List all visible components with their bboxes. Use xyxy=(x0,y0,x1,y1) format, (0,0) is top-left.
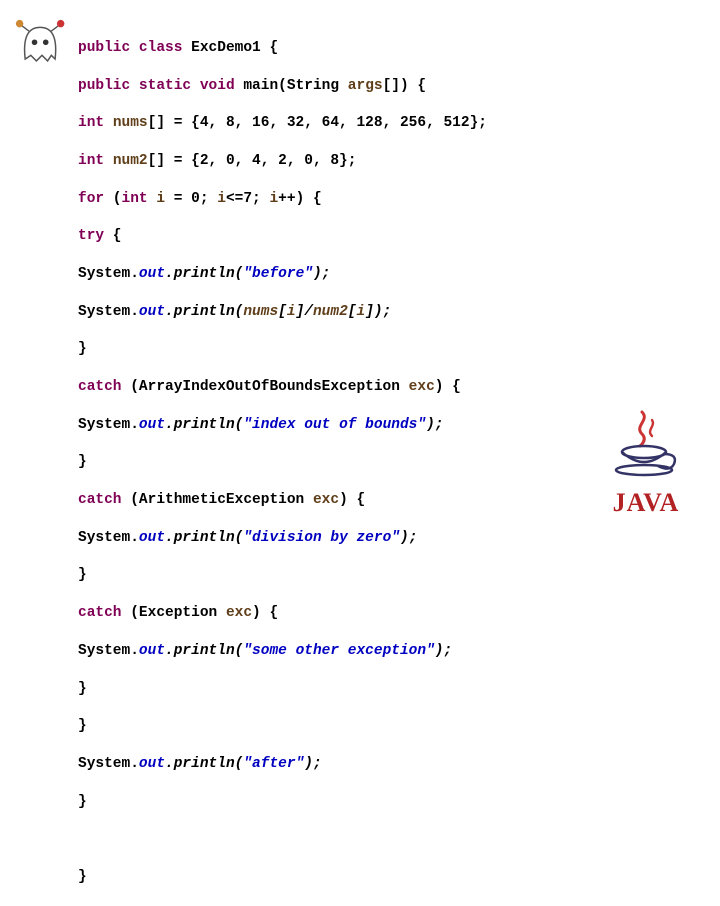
code-line: } xyxy=(78,717,487,736)
code-line: int nums[] = {4, 8, 16, 32, 64, 128, 256… xyxy=(78,114,487,133)
code-line: } xyxy=(78,680,487,699)
code-line: catch (ArrayIndexOutOfBoundsException ex… xyxy=(78,378,487,397)
code-line: System.out.println("before"); xyxy=(78,265,487,284)
code-line: public class ExcDemo1 { xyxy=(78,39,487,58)
code-line: } xyxy=(78,868,487,887)
code-line: try { xyxy=(78,227,487,246)
java-logo: JAVA xyxy=(596,406,696,520)
code-line: public static void main(String args[]) { xyxy=(78,77,487,96)
code-line: } xyxy=(78,340,487,359)
code-line: System.out.println("division by zero"); xyxy=(78,529,487,548)
code-line: } xyxy=(78,566,487,585)
code-line: int num2[] = {2, 0, 4, 2, 0, 8}; xyxy=(78,152,487,171)
code-line: catch (ArithmeticException exc) { xyxy=(78,491,487,510)
code-line: catch (Exception exc) { xyxy=(78,604,487,623)
code-line xyxy=(78,830,487,849)
ghost-mascot-icon xyxy=(14,18,70,74)
code-line: for (int i = 0; i<=7; i++) { xyxy=(78,190,487,209)
java-logo-text: JAVA xyxy=(596,486,696,520)
code-line: } xyxy=(78,793,487,812)
code-line: System.out.println("index out of bounds"… xyxy=(78,416,487,435)
code-line: System.out.println("after"); xyxy=(78,755,487,774)
code-block: public class ExcDemo1 { public static vo… xyxy=(78,20,487,906)
java-cup-icon xyxy=(606,406,686,486)
code-line: System.out.println(nums[i]/num2[i]); xyxy=(78,303,487,322)
code-line: } xyxy=(78,453,487,472)
code-line: System.out.println("some other exception… xyxy=(78,642,487,661)
